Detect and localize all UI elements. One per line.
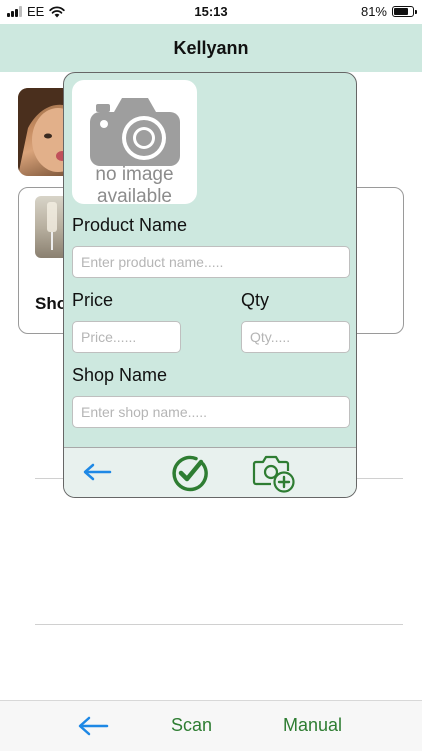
divider xyxy=(35,624,403,625)
navigation-bar: Kellyann xyxy=(0,24,422,72)
battery-icon xyxy=(392,6,417,17)
shop-name-label: Shop Name xyxy=(72,365,168,385)
product-image-placeholder[interactable]: no image available xyxy=(72,80,197,204)
product-name-label: Product Name xyxy=(72,215,188,235)
arrow-left-icon[interactable] xyxy=(81,461,113,483)
add-photo-icon[interactable] xyxy=(252,453,296,493)
status-bar: EE 15:13 81% xyxy=(0,0,422,24)
qty-input[interactable] xyxy=(241,321,350,353)
add-product-dialog: no image available Product Name Price Qt… xyxy=(63,72,357,498)
dialog-footer xyxy=(64,447,356,497)
battery-percentage: 81% xyxy=(360,4,387,19)
no-image-line-1: no image xyxy=(95,164,174,185)
back-arrow-icon[interactable] xyxy=(76,714,110,738)
clock-time: 15:13 xyxy=(194,4,228,19)
checkmark-circle-icon[interactable] xyxy=(170,454,208,492)
battery-level xyxy=(394,8,408,15)
product-name-input[interactable] xyxy=(72,246,350,278)
price-input[interactable] xyxy=(72,321,181,353)
no-image-text: no image available xyxy=(72,164,197,204)
page-title: Kellyann xyxy=(173,37,249,58)
status-right: 81% xyxy=(360,4,417,19)
camera-icon xyxy=(90,98,180,166)
no-image-line-2: available xyxy=(97,186,172,204)
scan-button[interactable]: Scan xyxy=(171,715,212,736)
qty-label: Qty xyxy=(241,290,270,310)
manual-button[interactable]: Manual xyxy=(283,715,342,736)
price-label: Price xyxy=(72,290,114,310)
shop-name-input[interactable] xyxy=(72,396,350,428)
bottom-toolbar: Scan Manual xyxy=(0,700,422,751)
